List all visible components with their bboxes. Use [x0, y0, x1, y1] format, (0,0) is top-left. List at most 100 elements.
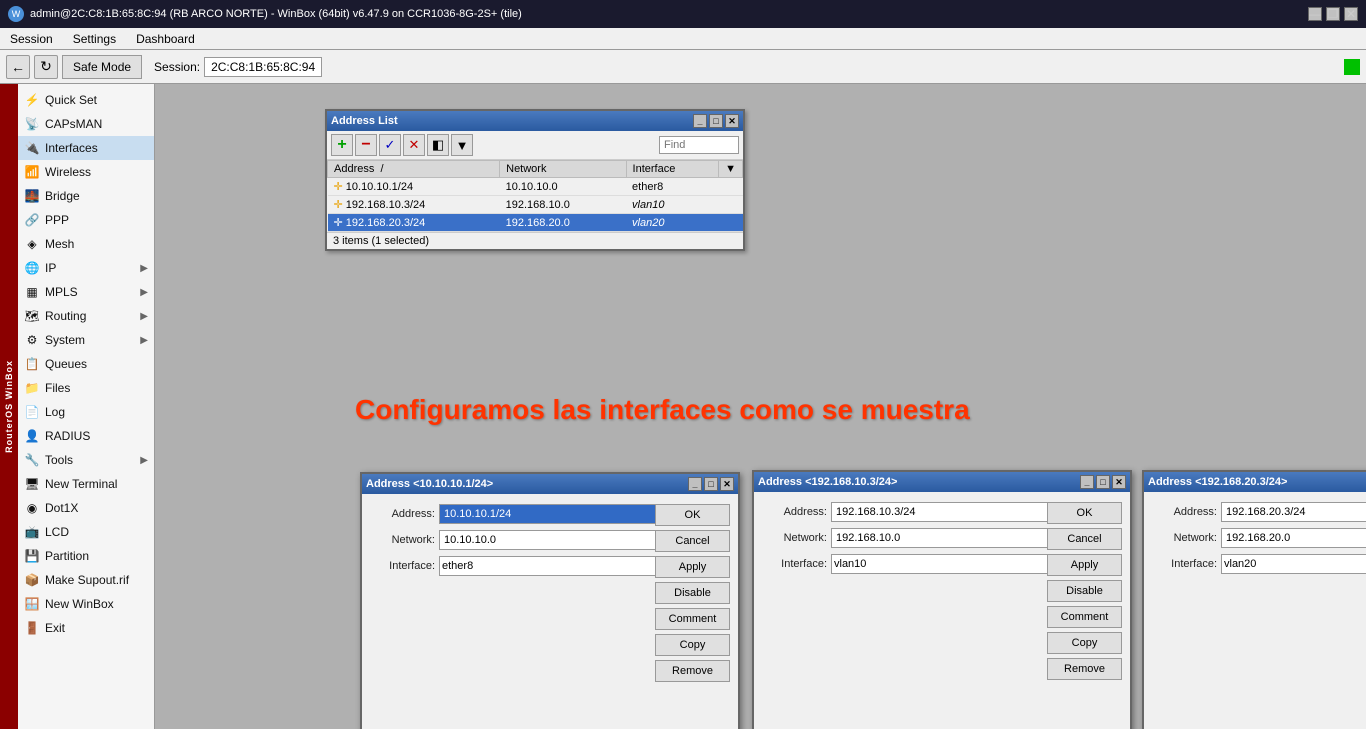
dialog1-disable-button[interactable]: Disable	[655, 582, 730, 604]
dialog2-minimize[interactable]: _	[1080, 475, 1094, 489]
addr-list-close[interactable]: ✕	[725, 114, 739, 128]
sidebar-item-files[interactable]: 📁 Files	[18, 376, 154, 400]
ip-arrow: ▶	[140, 263, 148, 274]
sidebar-label-ip: IP	[45, 261, 56, 275]
delete-button[interactable]: ✕	[403, 134, 425, 156]
dialog1-apply-button[interactable]: Apply	[655, 556, 730, 578]
maximize-button[interactable]: ❐	[1326, 7, 1340, 21]
make-supout-icon: 📦	[24, 572, 40, 588]
address2-interface-label: Interface:	[762, 558, 827, 570]
dialog2-cancel-button[interactable]: Cancel	[1047, 528, 1122, 550]
row-address: ✛ 192.168.20.3/24	[328, 214, 500, 232]
addr-list-maximize[interactable]: □	[709, 114, 723, 128]
menu-settings[interactable]: Settings	[69, 30, 120, 48]
menu-dashboard[interactable]: Dashboard	[132, 30, 199, 48]
mpls-arrow: ▶	[140, 287, 148, 298]
dialog2-close[interactable]: ✕	[1112, 475, 1126, 489]
row-interface: vlan10	[626, 196, 719, 214]
close-button[interactable]: ✕	[1344, 7, 1358, 21]
dialog1-copy-button[interactable]: Copy	[655, 634, 730, 656]
dialog2-disable-button[interactable]: Disable	[1047, 580, 1122, 602]
address-list-title: Address List	[331, 115, 398, 127]
sidebar-item-exit[interactable]: 🚪 Exit	[18, 616, 154, 640]
app-icon: W	[8, 6, 24, 22]
exit-icon: 🚪	[24, 620, 40, 636]
menu-session[interactable]: Session	[6, 30, 57, 48]
dialog3-titlebar[interactable]: Address <192.168.20.3/24> _ □ ✕	[1144, 472, 1366, 492]
sidebar-item-tools[interactable]: 🔧 Tools ▶	[18, 448, 154, 472]
col-network[interactable]: Network	[500, 161, 626, 178]
dialog2-copy-button[interactable]: Copy	[1047, 632, 1122, 654]
dialog2-apply-button[interactable]: Apply	[1047, 554, 1122, 576]
minimize-button[interactable]: —	[1308, 7, 1322, 21]
sidebar-item-new-terminal[interactable]: 🖥 New Terminal	[18, 472, 154, 496]
new-terminal-icon: 🖥	[24, 476, 40, 492]
table-row[interactable]: ✛ 192.168.20.3/24 192.168.20.0 vlan20	[328, 214, 743, 232]
dialog-address3: Address <192.168.20.3/24> _ □ ✕ Address:…	[1142, 470, 1366, 729]
dialog1-maximize[interactable]: □	[704, 477, 718, 491]
address3-network-input[interactable]	[1221, 528, 1366, 548]
search-input[interactable]	[659, 136, 739, 154]
sidebar-item-ip[interactable]: 🌐 IP ▶	[18, 256, 154, 280]
sidebar-item-quick-set[interactable]: ⚡ Quick Set	[18, 88, 154, 112]
sidebar-item-new-winbox[interactable]: 🪟 New WinBox	[18, 592, 154, 616]
back-button[interactable]: ←	[6, 55, 30, 79]
table-row[interactable]: ✛ 10.10.10.1/24 10.10.10.0 ether8	[328, 178, 743, 196]
dialog2-comment-button[interactable]: Comment	[1047, 606, 1122, 628]
dialog1-ok-button[interactable]: OK	[655, 504, 730, 526]
addr-list-minimize[interactable]: _	[693, 114, 707, 128]
dialog2-titlebar[interactable]: Address <192.168.10.3/24> _ □ ✕	[754, 472, 1130, 492]
sidebar-item-interfaces[interactable]: 🔌 Interfaces	[18, 136, 154, 160]
sidebar-label-log: Log	[45, 405, 65, 419]
session-label: Session:	[154, 60, 200, 74]
sidebar-item-system[interactable]: ⚙ System ▶	[18, 328, 154, 352]
col-address[interactable]: Address /	[328, 161, 500, 178]
sidebar-item-partition[interactable]: 💾 Partition	[18, 544, 154, 568]
dialog1-comment-button[interactable]: Comment	[655, 608, 730, 630]
dialog1-titlebar[interactable]: Address <10.10.10.1/24> _ □ ✕	[362, 474, 738, 494]
sidebar-label-make-supout: Make Supout.rif	[45, 573, 129, 587]
edit-button[interactable]: ✓	[379, 134, 401, 156]
sidebar-item-dot1x[interactable]: ◉ Dot1X	[18, 496, 154, 520]
col-interface[interactable]: Interface	[626, 161, 719, 178]
dialog2-maximize[interactable]: □	[1096, 475, 1110, 489]
address-list-titlebar[interactable]: Address List _ □ ✕	[327, 111, 743, 131]
sidebar-item-routing[interactable]: 🗺 Routing ▶	[18, 304, 154, 328]
addr-list-toolbar: + − ✓ ✕ ◧ ▼	[327, 131, 743, 160]
sidebar-label-routing: Routing	[45, 309, 86, 323]
sidebar-item-wireless[interactable]: 📶 Wireless	[18, 160, 154, 184]
address3-network-row: Network: ▲	[1152, 528, 1366, 548]
col-expand[interactable]: ▼	[719, 161, 743, 178]
refresh-button[interactable]: ↻	[34, 55, 58, 79]
dialog1-minimize[interactable]: _	[688, 477, 702, 491]
partition-icon: 💾	[24, 548, 40, 564]
sidebar-item-queues[interactable]: 📋 Queues	[18, 352, 154, 376]
remove-button[interactable]: −	[355, 134, 377, 156]
sidebar-item-lcd[interactable]: 📺 LCD	[18, 520, 154, 544]
sidebar-item-bridge[interactable]: 🌉 Bridge	[18, 184, 154, 208]
move-button[interactable]: ◧	[427, 134, 449, 156]
table-row[interactable]: ✛ 192.168.10.3/24 192.168.10.0 vlan10	[328, 196, 743, 214]
address3-address-input[interactable]	[1221, 502, 1366, 522]
sidebar-item-log[interactable]: 📄 Log	[18, 400, 154, 424]
sidebar-item-mpls[interactable]: ▦ MPLS ▶	[18, 280, 154, 304]
sidebar-item-capsman[interactable]: 📡 CAPsMAN	[18, 112, 154, 136]
session-value: 2C:C8:1B:65:8C:94	[204, 57, 322, 77]
address3-interface-select[interactable]: vlan20	[1221, 554, 1366, 574]
dialog2-remove-button[interactable]: Remove	[1047, 658, 1122, 680]
tools-arrow: ▶	[140, 455, 148, 466]
sidebar-item-mesh[interactable]: ◈ Mesh	[18, 232, 154, 256]
sidebar-item-make-supout[interactable]: 📦 Make Supout.rif	[18, 568, 154, 592]
mpls-icon: ▦	[24, 284, 40, 300]
add-button[interactable]: +	[331, 134, 353, 156]
sidebar-item-ppp[interactable]: 🔗 PPP	[18, 208, 154, 232]
row-address: ✛ 192.168.10.3/24	[328, 196, 500, 214]
filter-button[interactable]: ▼	[451, 134, 473, 156]
safe-mode-button[interactable]: Safe Mode	[62, 55, 142, 79]
dialog1-close[interactable]: ✕	[720, 477, 734, 491]
dialog1-remove-button[interactable]: Remove	[655, 660, 730, 682]
dialog1-cancel-button[interactable]: Cancel	[655, 530, 730, 552]
address1-network-label: Network:	[370, 534, 435, 546]
dialog2-ok-button[interactable]: OK	[1047, 502, 1122, 524]
sidebar-item-radius[interactable]: 👤 RADIUS	[18, 424, 154, 448]
